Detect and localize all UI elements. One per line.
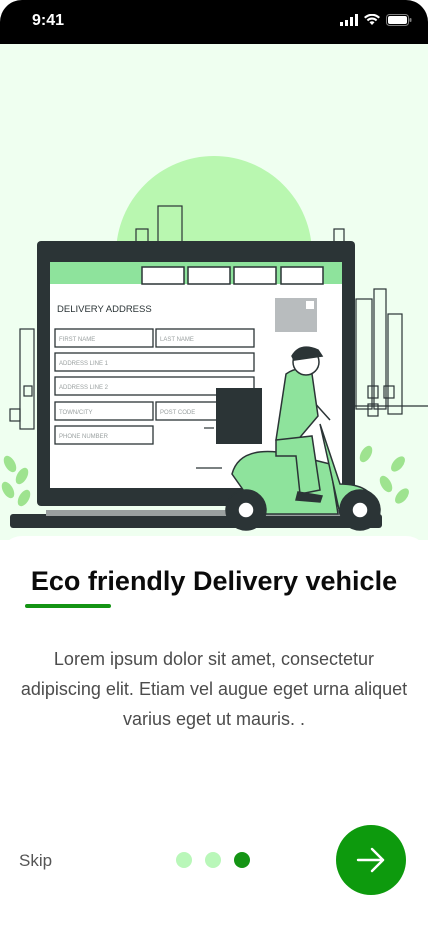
laptop-base — [10, 514, 382, 528]
signal-icon — [340, 14, 358, 26]
onboarding-title: Eco friendly Delivery vehicle — [30, 566, 398, 596]
hero-illustration: DELIVERY ADDRESS FIRST NAME LAST NAME AD… — [0, 44, 428, 540]
page-dot-active — [234, 852, 250, 868]
next-button[interactable] — [336, 825, 406, 895]
battery-icon — [386, 14, 412, 26]
plant-left — [1, 455, 31, 507]
delivery-box — [216, 388, 262, 444]
field-post-code: POST CODE — [160, 410, 195, 416]
field-address-line-2: ADDRESS LINE 2 — [59, 385, 109, 391]
delivery-illustration: DELIVERY ADDRESS FIRST NAME LAST NAME AD… — [1, 156, 428, 531]
status-icons — [340, 14, 412, 26]
onboarding-description: Lorem ipsum dolor sit amet, consectetur … — [20, 649, 408, 729]
form-title: DELIVERY ADDRESS — [57, 304, 152, 315]
page-dot — [205, 852, 221, 868]
status-time: 9:41 — [32, 12, 65, 29]
page-dot — [176, 852, 192, 868]
arrow-right-icon — [356, 847, 385, 873]
title-underline — [25, 604, 111, 608]
wifi-icon — [364, 14, 380, 25]
field-last-name: LAST NAME — [160, 337, 194, 343]
page-indicator — [176, 852, 250, 868]
field-phone-number: PHONE NUMBER — [59, 434, 109, 440]
status-bar: 9:41 — [0, 0, 428, 44]
field-town-city: TOWN/CITY — [59, 410, 93, 416]
skip-button[interactable]: Skip — [19, 851, 52, 871]
field-address-line-1: ADDRESS LINE 1 — [59, 361, 109, 367]
field-first-name: FIRST NAME — [59, 337, 95, 343]
